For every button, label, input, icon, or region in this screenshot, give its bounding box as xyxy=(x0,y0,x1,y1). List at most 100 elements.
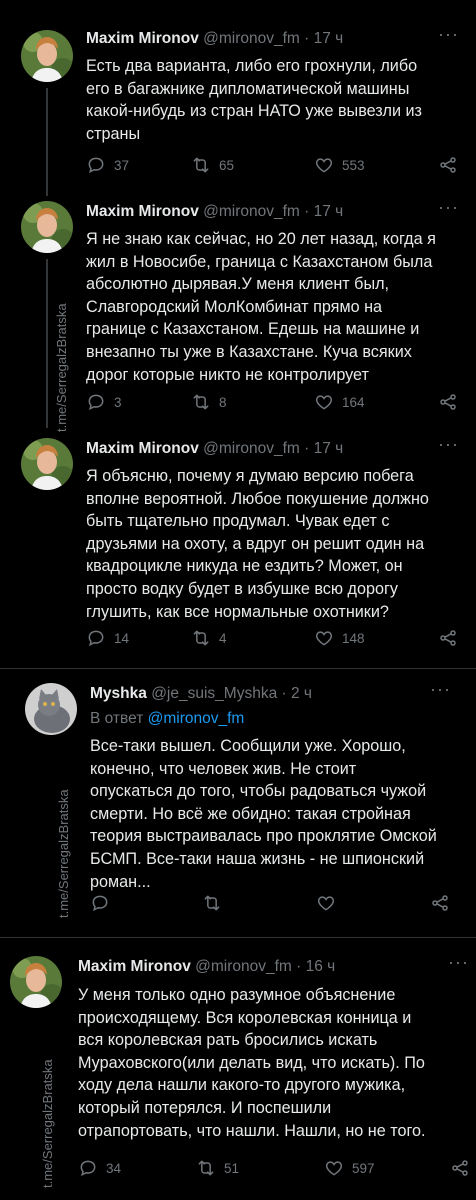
share-button[interactable] xyxy=(438,628,466,648)
like-count: 553 xyxy=(342,157,365,173)
like-icon xyxy=(314,155,334,175)
avatar[interactable] xyxy=(25,683,77,735)
reply-count: 37 xyxy=(114,157,130,173)
retweet-count: 51 xyxy=(224,1160,240,1176)
tweet-header: Maxim Mironov @mironov_fm · 16 ч xyxy=(78,958,335,976)
tweet-actions: 37 65 553 xyxy=(86,155,466,179)
reply-icon xyxy=(86,392,106,412)
reply-button[interactable]: 3 xyxy=(86,392,122,412)
author-handle[interactable]: @mironov_fm xyxy=(203,440,300,457)
like-button[interactable]: 597 xyxy=(324,1158,375,1178)
retweet-button[interactable] xyxy=(202,893,230,913)
reply-count: 14 xyxy=(114,630,130,646)
tweet-header: Maxim Mironov @mironov_fm · 17 ч xyxy=(86,203,343,221)
author-name[interactable]: Maxim Mironov xyxy=(78,958,191,975)
reply-button[interactable] xyxy=(90,893,118,913)
author-handle[interactable]: @je_suis_Myshka xyxy=(151,685,277,702)
tweet-time[interactable]: · 2 ч xyxy=(282,685,312,702)
tweet-time[interactable]: · 17 ч xyxy=(304,30,343,47)
reply-count: 34 xyxy=(106,1160,122,1176)
avatar[interactable] xyxy=(10,956,62,1008)
retweet-icon xyxy=(196,1158,216,1178)
tweet-actions: 3 8 164 xyxy=(86,392,466,416)
tweet-text: Все-таки вышел. Сообщили уже. Хорошо, ко… xyxy=(90,737,437,891)
tweet-header: Myshka @je_suis_Myshka · 2 ч xyxy=(90,685,312,703)
author-handle[interactable]: @mironov_fm xyxy=(195,958,292,975)
share-button[interactable] xyxy=(430,893,458,913)
share-icon xyxy=(438,392,458,412)
share-icon xyxy=(438,155,458,175)
more-icon[interactable]: ··· xyxy=(438,197,459,218)
author-handle[interactable]: @mironov_fm xyxy=(203,30,300,47)
watermark: t.me/SerregalzBratska xyxy=(40,1059,55,1188)
like-button[interactable]: 553 xyxy=(314,155,365,175)
like-button[interactable] xyxy=(316,893,344,913)
reply-icon xyxy=(90,893,110,913)
tweet-header: Maxim Mironov @mironov_fm · 17 ч xyxy=(86,440,343,458)
thread-line xyxy=(46,88,48,196)
tweet-header: Maxim Mironov @mironov_fm · 17 ч xyxy=(86,30,343,48)
retweet-icon xyxy=(191,392,211,412)
retweet-count: 4 xyxy=(219,630,227,646)
avatar[interactable] xyxy=(21,201,73,253)
tweet-2[interactable]: Maxim Mironov @mironov_fm · 17 ч ··· Я н… xyxy=(0,196,476,428)
author-name[interactable]: Maxim Mironov xyxy=(86,203,199,220)
retweet-icon xyxy=(202,893,222,913)
share-button[interactable] xyxy=(450,1158,476,1178)
more-icon[interactable]: ··· xyxy=(438,24,459,45)
avatar[interactable] xyxy=(21,30,73,82)
watermark: t.me/SerregalzBratska xyxy=(56,789,71,918)
reply-prefix: В ответ xyxy=(90,710,144,727)
reply-count: 3 xyxy=(114,394,122,410)
share-button[interactable] xyxy=(438,392,466,412)
author-name[interactable]: Myshka xyxy=(90,685,147,702)
share-icon xyxy=(450,1158,470,1178)
like-button[interactable]: 148 xyxy=(314,628,365,648)
retweet-icon xyxy=(191,155,211,175)
author-handle[interactable]: @mironov_fm xyxy=(203,203,300,220)
tweet-text: У меня только одно разумное объяснение п… xyxy=(78,986,426,1140)
reply-button[interactable]: 14 xyxy=(86,628,129,648)
reply-mention[interactable]: @mironov_fm xyxy=(148,710,245,727)
reply-icon xyxy=(86,155,106,175)
reply-icon xyxy=(86,628,106,648)
like-icon xyxy=(316,893,336,913)
tweet-3[interactable]: Maxim Mironov @mironov_fm · 17 ч ··· Я о… xyxy=(0,428,476,668)
tweet-1[interactable]: Maxim Mironov @mironov_fm · 17 ч ··· Ест… xyxy=(0,0,476,196)
thread-line xyxy=(46,259,48,428)
tweet-time[interactable]: · 17 ч xyxy=(304,440,343,457)
tweet-text: Я объясню, почему я думаю версию побега … xyxy=(86,467,429,621)
author-name[interactable]: Maxim Mironov xyxy=(86,440,199,457)
tweet-actions: 14 4 148 xyxy=(86,628,466,652)
tweet-4[interactable]: Myshka @je_suis_Myshka · 2 ч ··· В ответ… xyxy=(0,669,476,937)
reply-button[interactable]: 37 xyxy=(86,155,129,175)
tweet-actions: 34 51 597 xyxy=(78,1158,472,1182)
like-button[interactable]: 164 xyxy=(314,392,365,412)
like-icon xyxy=(314,628,334,648)
retweet-button[interactable]: 65 xyxy=(191,155,234,175)
tweet-5[interactable]: Maxim Mironov @mironov_fm · 16 ч ··· У м… xyxy=(0,938,476,1200)
tweet-text: Есть два варианта, либо его грохнули, ли… xyxy=(86,57,422,143)
like-count: 597 xyxy=(352,1160,375,1176)
retweet-button[interactable]: 4 xyxy=(191,628,227,648)
share-button[interactable] xyxy=(438,155,466,175)
tweet-time[interactable]: · 16 ч xyxy=(296,958,335,975)
more-icon[interactable]: ··· xyxy=(430,679,451,700)
like-count: 148 xyxy=(342,630,365,646)
tweet-text: Я не знаю как сейчас, но 20 лет назад, к… xyxy=(86,230,436,384)
reply-context: В ответ @mironov_fm xyxy=(90,710,244,728)
like-count: 164 xyxy=(342,394,365,410)
retweet-button[interactable]: 8 xyxy=(191,392,227,412)
like-icon xyxy=(324,1158,344,1178)
retweet-button[interactable]: 51 xyxy=(196,1158,239,1178)
retweet-count: 65 xyxy=(219,157,235,173)
reply-button[interactable]: 34 xyxy=(78,1158,121,1178)
share-icon xyxy=(430,893,450,913)
avatar[interactable] xyxy=(21,438,73,490)
author-name[interactable]: Maxim Mironov xyxy=(86,30,199,47)
like-icon xyxy=(314,392,334,412)
reply-icon xyxy=(78,1158,98,1178)
more-icon[interactable]: ··· xyxy=(448,952,469,973)
tweet-time[interactable]: · 17 ч xyxy=(304,203,343,220)
more-icon[interactable]: ··· xyxy=(438,434,459,455)
